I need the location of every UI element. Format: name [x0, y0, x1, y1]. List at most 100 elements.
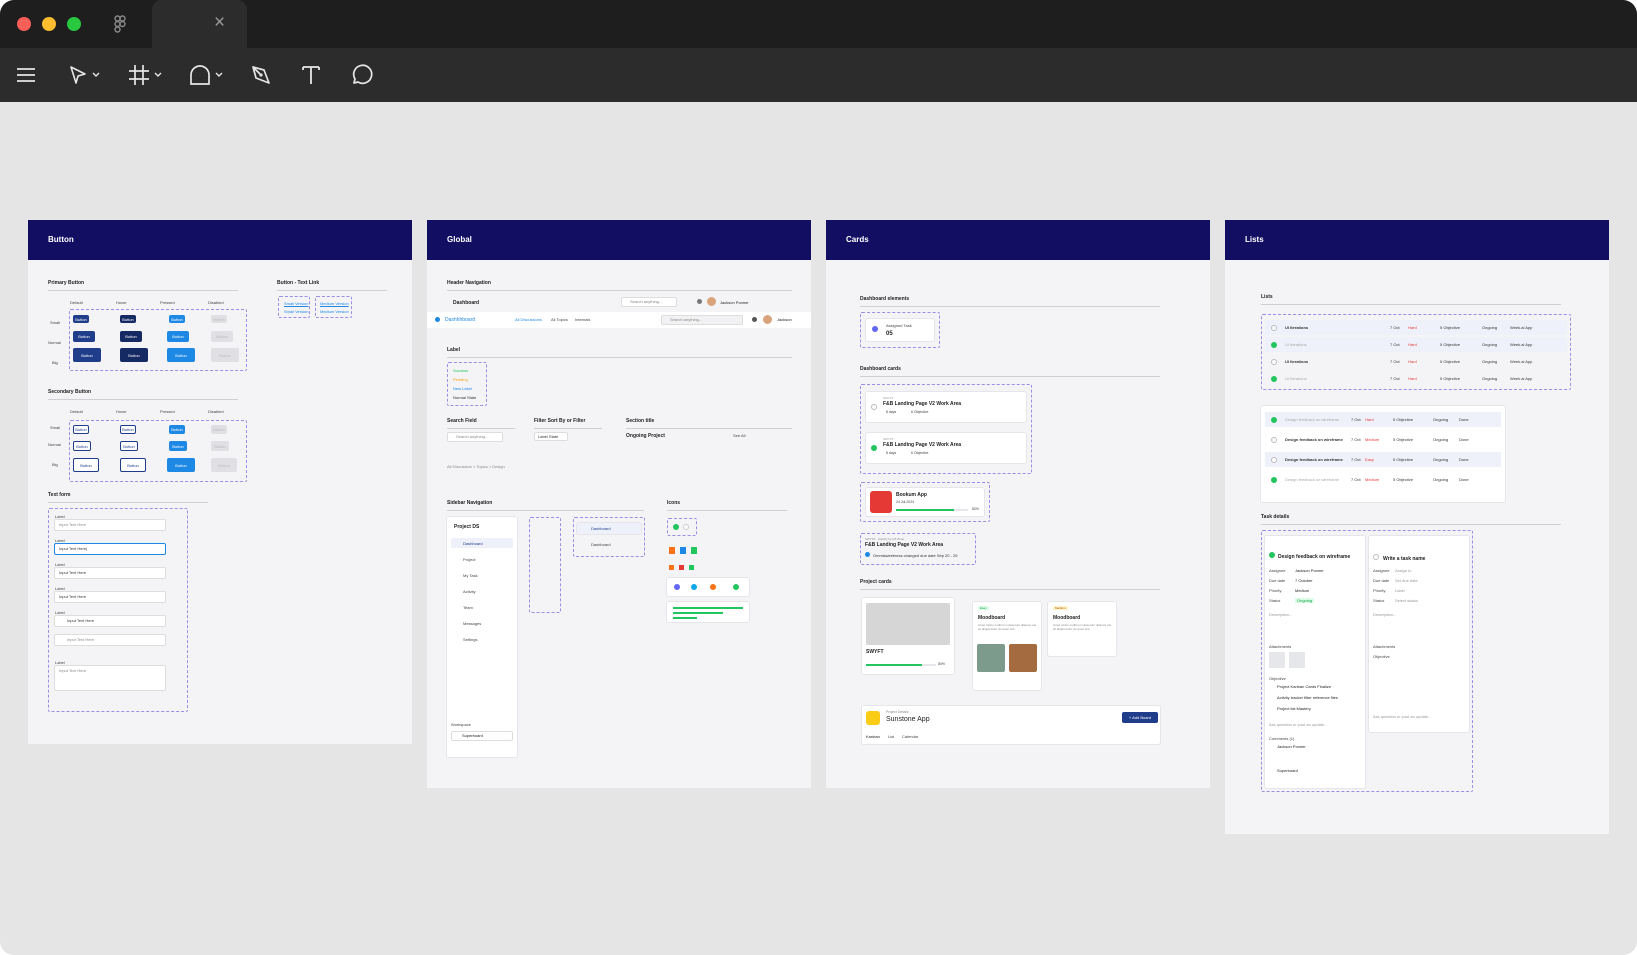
- field-value[interactable]: Assign to: [1395, 568, 1411, 573]
- frame-tool-button[interactable]: [128, 57, 162, 93]
- objective-item[interactable]: Activity tracker filter reference files: [1277, 695, 1338, 700]
- select-field[interactable]: Input Text Here: [54, 591, 166, 603]
- menu-icon[interactable]: [16, 57, 36, 93]
- design-canvas[interactable]: Button Primary Button Default Hover Pres…: [0, 102, 1637, 955]
- button-big-pressed[interactable]: Button: [167, 348, 195, 362]
- list-row[interactable]: UI Iterations 7 Oct Hard 5 Objective Ong…: [1265, 337, 1567, 352]
- text-link[interactable]: Small Version: [284, 301, 308, 306]
- password-field[interactable]: Input Text Here: [54, 615, 166, 627]
- secondary-button-small-hover[interactable]: Button: [120, 425, 136, 434]
- nav-tab[interactable]: All Discussions: [515, 317, 542, 322]
- sidebar-item-dashboard[interactable]: Dashboard: [463, 541, 483, 546]
- text-link[interactable]: Medium Version: [320, 309, 349, 314]
- avatar[interactable]: [763, 315, 772, 324]
- sidebar-item-team[interactable]: Team: [463, 605, 473, 610]
- comment-input[interactable]: Ask question or post an update...: [1373, 714, 1431, 719]
- avatar[interactable]: [707, 297, 716, 306]
- sidebar-item-activity[interactable]: Activity: [463, 589, 476, 594]
- secondary-button-small[interactable]: Button: [73, 425, 89, 434]
- sidebar-item-dashboard[interactable]: Dashboard: [591, 526, 611, 531]
- list-row[interactable]: Design feedback on wireframe 7 Oct Easy …: [1265, 452, 1501, 467]
- secondary-button-small-pressed[interactable]: Button: [169, 425, 185, 434]
- close-tab-button[interactable]: ×: [214, 13, 225, 33]
- add-board-button[interactable]: + Add Board: [1122, 712, 1158, 723]
- frame-button[interactable]: Button Primary Button Default Hover Pres…: [28, 220, 412, 744]
- comment-input[interactable]: Ask question or post an update...: [1269, 722, 1327, 727]
- list-row[interactable]: Design feedback on wireframe 7 Oct Hard …: [1265, 412, 1501, 427]
- maximize-window-button[interactable]: [67, 17, 81, 31]
- file-tab[interactable]: ×: [152, 0, 247, 48]
- field-value[interactable]: Set due date: [1395, 578, 1418, 583]
- checkbox[interactable]: [871, 404, 877, 410]
- sidebar-item-messages[interactable]: Messages: [463, 621, 481, 626]
- button-big-hover[interactable]: Button: [120, 348, 148, 362]
- secondary-button-normal-hover[interactable]: Button: [120, 441, 138, 451]
- list-row[interactable]: Design feedback on wireframe 7 Oct Mediu…: [1265, 432, 1501, 447]
- move-tool-button[interactable]: [68, 57, 100, 93]
- search-input[interactable]: Search anything...: [447, 432, 503, 442]
- text-field[interactable]: Input Text Here: [54, 519, 166, 531]
- attachment-field[interactable]: Input Text Here: [54, 634, 166, 646]
- description-field[interactable]: Description...: [1373, 612, 1396, 617]
- text-link[interactable]: Small Version: [284, 309, 308, 314]
- text-tool-button[interactable]: [300, 57, 322, 93]
- textarea-field[interactable]: Input Text Here: [54, 665, 166, 691]
- frame-global[interactable]: Global Header Navigation Dashboard Searc…: [427, 220, 811, 788]
- button-small-default[interactable]: Button: [73, 315, 89, 323]
- field-value[interactable]: Label: [1395, 588, 1405, 593]
- button-small-pressed[interactable]: Button: [169, 315, 185, 323]
- filter-select[interactable]: Label State: [534, 432, 568, 441]
- sidebar-item-my-task[interactable]: My Task: [463, 573, 478, 578]
- tab-calendar[interactable]: Calendar: [902, 734, 918, 739]
- text-link[interactable]: Medium Version: [320, 301, 349, 306]
- checkbox[interactable]: [1373, 554, 1379, 560]
- shape-tool-button[interactable]: [189, 57, 223, 93]
- field-value[interactable]: Select status: [1395, 598, 1418, 603]
- see-all-link[interactable]: See All: [733, 433, 745, 438]
- objective-item[interactable]: Project list Mastery: [1277, 706, 1311, 711]
- figma-logo-icon[interactable]: [114, 15, 126, 33]
- frame-lists[interactable]: Lists Lists UI Iterations 7 Oct Hard 5 O…: [1225, 220, 1609, 834]
- description-field[interactable]: Description...: [1269, 612, 1292, 617]
- sidebar-item-project[interactable]: Project: [463, 557, 475, 562]
- secondary-button-normal[interactable]: Button: [73, 441, 91, 451]
- minimize-window-button[interactable]: [42, 17, 56, 31]
- secondary-button-normal-pressed[interactable]: Button: [169, 441, 187, 451]
- bell-icon[interactable]: [697, 299, 702, 304]
- tab-kanban[interactable]: Kanban: [866, 734, 880, 739]
- secondary-button-big-hover[interactable]: Button: [120, 458, 146, 472]
- button-big-default[interactable]: Button: [73, 348, 101, 362]
- attachment-thumb[interactable]: [1289, 652, 1305, 668]
- button-small-hover[interactable]: Button: [120, 315, 136, 323]
- list-row[interactable]: UI Iterations 7 Oct Hard 5 Objective Ong…: [1265, 371, 1567, 386]
- close-window-button[interactable]: [17, 17, 31, 31]
- secondary-button-big-pressed[interactable]: Button: [167, 458, 195, 472]
- button-normal-default[interactable]: Button: [73, 331, 95, 342]
- search-input[interactable]: Search anything...: [621, 297, 677, 307]
- frame-cards[interactable]: Cards Dashboard elements Assigned Task 0…: [826, 220, 1210, 788]
- breadcrumb[interactable]: All Discussion > Topics > Design: [447, 464, 505, 469]
- objective-item[interactable]: Project Kanban Cards Finalize: [1277, 684, 1331, 689]
- task-name-input[interactable]: Write a task name: [1383, 556, 1425, 562]
- field-value[interactable]: Jackson Ponner: [1295, 568, 1324, 573]
- text-field-focused[interactable]: Input Text Here|: [54, 543, 166, 555]
- search-input[interactable]: Search anything...: [661, 315, 743, 325]
- button-normal-hover[interactable]: Button: [120, 331, 142, 342]
- tab-list[interactable]: List: [888, 734, 894, 739]
- field-value[interactable]: Medium: [1295, 588, 1309, 593]
- sidebar-item-settings[interactable]: Settings: [463, 637, 477, 642]
- bell-icon[interactable]: [752, 317, 757, 322]
- button-normal-pressed[interactable]: Button: [167, 331, 189, 342]
- status-badge[interactable]: Ongoing: [1295, 598, 1315, 603]
- sidebar-item-dashboard[interactable]: Dashboard: [591, 542, 611, 547]
- nav-tab[interactable]: All Topics: [551, 317, 568, 322]
- attachment-thumb[interactable]: [1269, 652, 1285, 668]
- list-row[interactable]: UI Iterations 7 Oct Hard 5 Objective Ong…: [1265, 320, 1567, 335]
- pen-tool-button[interactable]: [250, 57, 272, 93]
- list-row[interactable]: Design feedback on wireframe 7 Oct Mediu…: [1265, 472, 1501, 487]
- nav-tab[interactable]: Internals: [575, 317, 590, 322]
- check-circle-icon[interactable]: [1269, 552, 1275, 558]
- check-circle-icon[interactable]: [871, 445, 877, 451]
- field-value[interactable]: 7 October: [1295, 578, 1313, 583]
- brand-name[interactable]: Dashhhboard: [445, 317, 475, 323]
